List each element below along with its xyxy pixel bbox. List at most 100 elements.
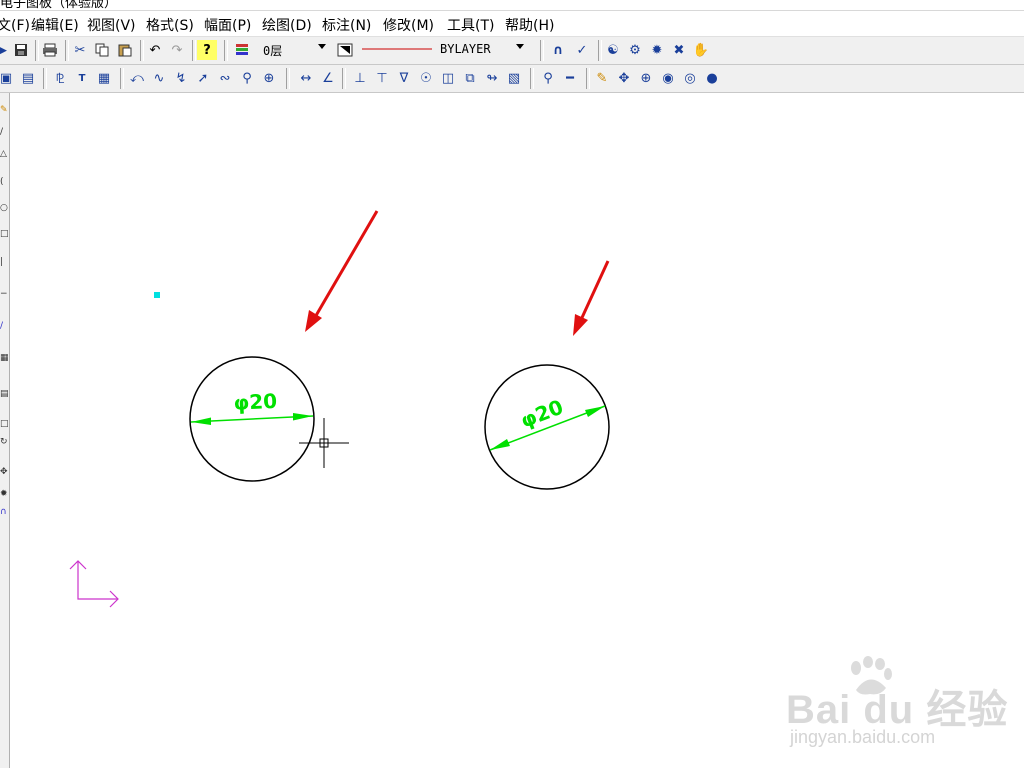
center-mark-icon[interactable]: ⊕ [259, 68, 279, 88]
toolbar-separator [530, 68, 534, 89]
polyline-icon[interactable]: ∩ [548, 40, 568, 60]
dim-text-right[interactable]: φ20 [517, 395, 566, 433]
linear-dimension-icon[interactable]: ↔ [296, 68, 316, 88]
draw-tool-icon[interactable]: ✎ [0, 105, 8, 115]
explode-tool-icon[interactable]: ✹ [0, 489, 8, 499]
color-icon[interactable] [335, 40, 355, 60]
menu-file[interactable]: 文(F) [0, 15, 30, 35]
circle-tool-icon[interactable]: ○ [0, 203, 8, 213]
zoom-previous-icon[interactable]: ● [702, 68, 722, 88]
pencil-icon[interactable]: ✎ [592, 68, 612, 88]
arc-line-icon[interactable]: ⤺ [127, 68, 147, 88]
toolbar-separator [192, 40, 196, 61]
title-block-icon[interactable]: ▤ [18, 68, 38, 88]
menu-format[interactable]: 格式(S) [146, 15, 194, 35]
detail-view-icon[interactable]: ▧ [504, 68, 524, 88]
standard-toolbar: ▶ ✂ ↶ ↷ ? 0层 BYLAYER ∩ ✓ ☯ ⚙ ✹ ✖ ✋ [0, 37, 1024, 65]
offset-tool-icon[interactable]: | [0, 257, 8, 267]
print-icon[interactable] [40, 40, 60, 60]
cut-icon[interactable]: ✂ [70, 40, 90, 60]
drawing-toolbar: ▣ ▤ ⅊ T ▦ ⤺ ∿ ↯ ➚ ∾ ⚲ ⊕ ↔ ∠ ⊥ ⊤ ∇ ☉ ◫ ⧉ … [0, 65, 1024, 93]
toolbar-separator [286, 68, 290, 89]
red-arrow-left [305, 210, 379, 332]
redo-icon[interactable]: ↷ [167, 40, 187, 60]
menu-view[interactable]: 视图(V) [87, 15, 136, 35]
symbol-icon[interactable]: ⚲ [237, 68, 257, 88]
text-style-icon[interactable]: ⅊ [50, 68, 70, 88]
roughness-icon[interactable]: ∇ [394, 68, 414, 88]
dim-arrow-right-end [585, 406, 605, 417]
trim-tool-icon[interactable]: − [0, 289, 8, 299]
menu-modify[interactable]: 修改(M) [383, 15, 434, 35]
chevron-down-icon [516, 44, 524, 49]
line-tool-icon[interactable]: / [0, 127, 8, 137]
text-icon[interactable]: T [72, 68, 92, 88]
layer-manager-icon[interactable] [232, 40, 252, 60]
section-icon[interactable]: ◫ [438, 68, 458, 88]
drawing-canvas[interactable]: φ20 φ20 [10, 93, 1024, 768]
linetype-combo[interactable]: BYLAYER [360, 40, 530, 59]
ruler-icon[interactable]: ━ [560, 68, 580, 88]
paste-icon[interactable] [115, 40, 135, 60]
menu-draw[interactable]: 绘图(D) [262, 15, 312, 35]
rotate-tool-icon[interactable]: ↻ [0, 437, 8, 447]
polygon-tool-icon[interactable]: △ [0, 149, 8, 159]
pan-icon[interactable]: ✋ [691, 40, 711, 60]
menu-dimension[interactable]: 标注(N) [322, 15, 371, 35]
menu-sheet[interactable]: 幅面(P) [204, 15, 251, 35]
rect-tool-icon[interactable]: □ [0, 229, 8, 239]
view-arrow-icon[interactable]: ↬ [482, 68, 502, 88]
datum-icon[interactable]: ⊥ [350, 68, 370, 88]
break-line-icon[interactable]: ↯ [171, 68, 191, 88]
toolbar-separator [586, 68, 590, 89]
circle-right[interactable] [484, 364, 610, 490]
menu-tools[interactable]: 工具(T) [447, 15, 494, 35]
zoom-extent-icon[interactable]: ◉ [658, 68, 678, 88]
move-tool-icon[interactable]: ✥ [0, 467, 8, 477]
hatch-icon[interactable]: ▦ [94, 68, 114, 88]
menu-help[interactable]: 帮助(H) [505, 15, 554, 35]
dim-text-left[interactable]: φ20 [233, 389, 278, 415]
delete-icon[interactable]: ✖ [669, 40, 689, 60]
left-draw-toolbar: ✎ / △ ( ○ □ | − / ▦ ▤ □ ↻ ✥ ✹ ∩ [0, 93, 10, 768]
zoom-dynamic-icon[interactable]: ✥ [614, 68, 634, 88]
scale-tool-icon[interactable]: □ [0, 419, 8, 429]
spline-icon[interactable]: ∾ [215, 68, 235, 88]
mirror-tool-icon[interactable]: / [0, 321, 8, 331]
cut-plane-icon[interactable]: ⧉ [460, 68, 480, 88]
array-tool-icon[interactable]: ▤ [0, 389, 8, 399]
menu-bar: 文(F) 编辑(E) 视图(V) 格式(S) 幅面(P) 绘图(D) 标注(N)… [0, 11, 1024, 37]
menu-edit[interactable]: 编辑(E) [31, 15, 79, 35]
copy-icon[interactable] [92, 40, 112, 60]
toolbar-separator [598, 40, 602, 61]
measure-icon[interactable]: ⚙ [625, 40, 645, 60]
query-icon[interactable]: ⚲ [538, 68, 558, 88]
linetype-preview [362, 48, 432, 50]
crosshair-cursor-icon [299, 418, 349, 468]
snap-icon[interactable]: ✓ [572, 40, 592, 60]
point-marker[interactable] [154, 292, 160, 298]
fillet-tool-icon[interactable]: ∩ [0, 507, 8, 517]
toolbar-separator [224, 40, 228, 61]
arc-tool-icon[interactable]: ( [0, 177, 8, 187]
linetype-combo-value: BYLAYER [440, 42, 491, 56]
undo-icon[interactable]: ↶ [145, 40, 165, 60]
tolerance-icon[interactable]: ⊤ [372, 68, 392, 88]
save-icon[interactable] [11, 40, 31, 60]
zoom-window-icon[interactable]: ☯ [603, 40, 623, 60]
angle-dimension-icon[interactable]: ∠ [318, 68, 338, 88]
title-bar: 电子图板（体验版） [0, 0, 1024, 11]
red-arrow-right [573, 260, 610, 336]
toolbar-separator [35, 40, 39, 61]
layer-combo[interactable]: 0层 [259, 40, 329, 59]
select-icon[interactable]: ✹ [647, 40, 667, 60]
weld-icon[interactable]: ☉ [416, 68, 436, 88]
wave-line-icon[interactable]: ∿ [149, 68, 169, 88]
copy-tool-icon[interactable]: ▦ [0, 353, 8, 363]
zoom-all-icon[interactable]: ◎ [680, 68, 700, 88]
window-title: 电子图板（体验版） [0, 0, 118, 11]
help-icon[interactable]: ? [197, 40, 217, 60]
frame-icon[interactable]: ▣ [0, 68, 16, 88]
zoom-in-icon[interactable]: ⊕ [636, 68, 656, 88]
leader-icon[interactable]: ➚ [193, 68, 213, 88]
